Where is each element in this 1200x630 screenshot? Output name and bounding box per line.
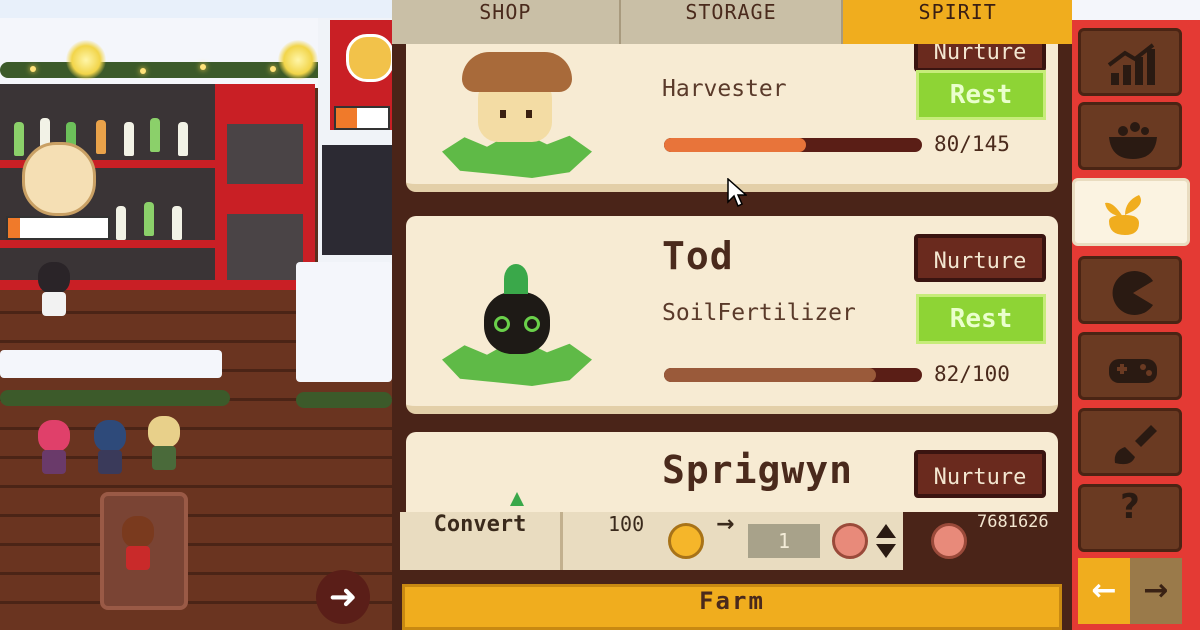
tab-shop[interactable]: SHOP xyxy=(392,0,621,44)
convert-bar: Convert 100 → 1 7681626 xyxy=(400,512,1064,570)
nurture-button[interactable]: Nurture xyxy=(914,44,1046,72)
spirit-name: Tod xyxy=(662,234,734,278)
paint-brush-icon xyxy=(1114,425,1157,465)
nav-prev-button[interactable]: ← xyxy=(1078,558,1130,624)
game-scene: ➜ xyxy=(0,0,392,630)
customer-character[interactable] xyxy=(118,516,158,570)
convert-arrow-icon: → xyxy=(716,512,735,537)
spirit-card: Tod Nurture SoilFertilizer Rest 82/100 xyxy=(406,216,1058,414)
gold-coin-amount: 100 xyxy=(608,512,645,536)
spirit-stamina-text: 82/100 xyxy=(934,362,1010,386)
spirit-stamina-fill xyxy=(664,368,876,382)
spirit-role: Harvester xyxy=(662,76,787,102)
spirit-stamina-bar xyxy=(664,368,922,382)
spirit-stamina-bar xyxy=(664,138,922,152)
farm-button[interactable]: Farm xyxy=(402,584,1062,630)
snowy-roof xyxy=(0,0,392,18)
side-decorate-button[interactable] xyxy=(1078,408,1182,476)
spirit-coin-icon xyxy=(931,523,967,559)
customer-character[interactable] xyxy=(144,416,184,470)
spirit-role: SoilFertilizer xyxy=(662,300,856,326)
decrease-arrow-icon[interactable] xyxy=(876,544,896,558)
spirit-stamina-fill xyxy=(664,138,806,152)
panel-tabs: SHOP STORAGE SPIRIT xyxy=(392,0,1072,44)
side-pacman-button[interactable] xyxy=(1078,256,1182,324)
increase-arrow-icon[interactable] xyxy=(876,524,896,538)
pacman-icon xyxy=(1112,271,1153,315)
gamepad-icon xyxy=(1109,359,1157,383)
spirit-coin-balance: 7681626 xyxy=(903,512,1064,570)
customer-character[interactable] xyxy=(90,420,130,474)
spirit-stamina-text: 80/145 xyxy=(934,132,1010,156)
rest-button[interactable]: Rest xyxy=(916,294,1046,344)
food-bowl-icon xyxy=(1109,122,1157,159)
convert-button[interactable]: Convert xyxy=(400,512,563,570)
spirit-list[interactable]: Nurture Harvester Rest 80/145 Tod Nurtur… xyxy=(400,44,1064,512)
mouse-cursor-icon xyxy=(727,178,747,208)
customer-character[interactable] xyxy=(34,420,74,474)
spirit-coin-icon xyxy=(832,523,868,559)
scene-next-arrow-button[interactable]: ➜ xyxy=(316,570,370,624)
side-spirit-button[interactable] xyxy=(1072,178,1190,246)
sprig-spirit-sprite xyxy=(442,492,592,512)
spirit-card: Nurture Harvester Rest 80/145 xyxy=(406,44,1058,192)
gold-coin-icon xyxy=(668,523,704,559)
dish-order-bubble xyxy=(346,34,392,82)
spirit-panel: SHOP STORAGE SPIRIT Nurture Harvester Re… xyxy=(392,0,1072,630)
tab-storage[interactable]: STORAGE xyxy=(620,0,844,44)
nurture-button[interactable]: Nurture xyxy=(914,450,1046,498)
ceiling-lamp xyxy=(66,40,106,80)
oven xyxy=(322,145,392,255)
bartender-character[interactable] xyxy=(34,262,74,316)
balance-value: 7681626 xyxy=(977,512,1049,532)
nav-next-button[interactable]: → xyxy=(1130,558,1182,624)
side-menu: ? ← → xyxy=(1072,0,1200,630)
stats-chart-icon xyxy=(1107,43,1155,85)
spirit-sprout-icon xyxy=(1105,195,1141,235)
spirit-card: Sprigwyn Nurture xyxy=(406,432,1058,512)
side-stats-button[interactable] xyxy=(1078,28,1182,96)
side-games-button[interactable] xyxy=(1078,332,1182,400)
spirit-name: Sprigwyn xyxy=(662,448,854,492)
tab-spirit[interactable]: SPIRIT xyxy=(843,0,1072,44)
nurture-button[interactable]: Nurture xyxy=(914,234,1046,282)
soil-spirit-sprite xyxy=(442,242,592,392)
side-help-button[interactable]: ? xyxy=(1078,484,1182,552)
side-food-button[interactable] xyxy=(1078,102,1182,170)
order-timer-bar xyxy=(6,216,110,240)
cocktail-order-bubble xyxy=(22,142,96,216)
convert-quantity-field[interactable]: 1 xyxy=(748,524,820,558)
ceiling-lamp xyxy=(278,40,318,80)
quantity-stepper[interactable] xyxy=(876,522,898,560)
rest-button[interactable]: Rest xyxy=(916,70,1046,120)
mushroom-spirit-sprite xyxy=(442,44,592,188)
help-icon: ? xyxy=(1120,487,1140,527)
